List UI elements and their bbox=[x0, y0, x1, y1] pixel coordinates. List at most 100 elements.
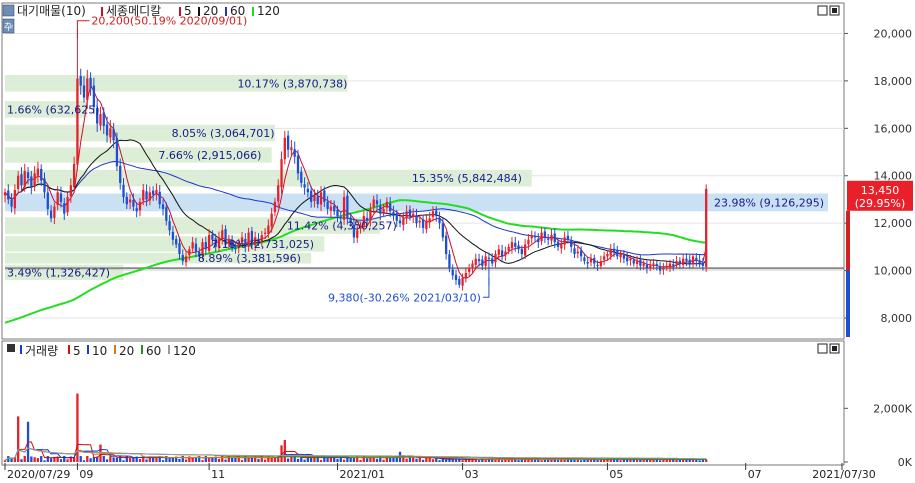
price-axis-label: 20,000 bbox=[874, 27, 913, 40]
candle-body bbox=[497, 249, 500, 255]
volume-bar bbox=[619, 460, 622, 462]
candle-body bbox=[333, 205, 336, 212]
volume-bar bbox=[319, 459, 323, 462]
volume-bar bbox=[89, 458, 92, 462]
candle-body bbox=[619, 254, 622, 258]
candle-body bbox=[691, 256, 695, 264]
legend-overlay-name: 대기매물(10) bbox=[17, 4, 86, 18]
date-axis-label: 2021/01 bbox=[339, 468, 385, 481]
volume-bar bbox=[257, 458, 260, 462]
candle-body bbox=[20, 174, 23, 186]
candle-body bbox=[435, 210, 438, 217]
resistance-band-label: 11.42% (4,350,257) bbox=[287, 220, 397, 233]
volume-bar bbox=[168, 458, 171, 462]
price-axis: 8,00010,00012,00014,00016,00018,00020,00… bbox=[844, 27, 913, 469]
volume-bar bbox=[349, 457, 352, 462]
candle-body bbox=[303, 184, 306, 188]
volume-bar bbox=[221, 455, 224, 462]
candle-body bbox=[66, 197, 69, 213]
volume-bar bbox=[303, 459, 306, 462]
volume-bar bbox=[293, 456, 296, 462]
candle-body bbox=[428, 218, 431, 222]
legend-stock-name: 세종메디칼 bbox=[106, 4, 161, 18]
volume-bar bbox=[642, 459, 645, 462]
candle-body bbox=[132, 200, 135, 207]
candle-body bbox=[500, 250, 504, 257]
volume-bars bbox=[3, 393, 708, 462]
candle-body bbox=[471, 263, 474, 268]
volume-bar bbox=[326, 458, 329, 462]
candle-body bbox=[122, 184, 125, 198]
volume-legend-ma-marker bbox=[114, 345, 116, 354]
candle-body bbox=[306, 188, 310, 193]
date-axis-label: 05 bbox=[609, 468, 623, 481]
candle-body bbox=[204, 242, 207, 250]
volume-bar bbox=[635, 460, 639, 462]
candle-body bbox=[655, 264, 658, 266]
indicator-config-glyph: 卆 bbox=[4, 22, 13, 33]
volume-bar bbox=[523, 459, 527, 462]
candle-body bbox=[389, 203, 392, 212]
candle-body bbox=[175, 239, 178, 245]
candle-body bbox=[86, 78, 89, 100]
volume-panel-minimize-button[interactable] bbox=[817, 343, 828, 354]
candle-body bbox=[504, 251, 507, 256]
candle-body bbox=[556, 241, 560, 247]
candle-body bbox=[142, 189, 145, 201]
candle-body bbox=[168, 221, 171, 231]
legend-ma-label: 60 bbox=[230, 4, 245, 18]
candle-body bbox=[698, 260, 701, 264]
candle-body bbox=[82, 85, 86, 98]
volume-bar bbox=[665, 459, 668, 462]
candle-body bbox=[135, 208, 138, 212]
candle-body bbox=[675, 261, 678, 265]
candle-body bbox=[296, 155, 300, 174]
candle-body bbox=[576, 251, 579, 254]
date-axis-label: 2020/07/29 bbox=[7, 468, 70, 481]
last-price-tag: 13,450 (29.95%) bbox=[847, 180, 913, 211]
candle-body bbox=[609, 249, 612, 256]
candle-body bbox=[7, 190, 10, 200]
volume-bar bbox=[296, 458, 300, 462]
volume-bar bbox=[313, 457, 316, 462]
volume-bar bbox=[102, 455, 105, 462]
candle-body bbox=[178, 243, 181, 254]
candle-body bbox=[375, 200, 379, 205]
volume-bar bbox=[217, 458, 221, 462]
candle-body bbox=[642, 263, 645, 266]
candle-body bbox=[602, 256, 606, 260]
candle-body bbox=[300, 171, 303, 183]
price-panel-minimize-button[interactable] bbox=[817, 5, 828, 16]
volume-legend-ma-marker bbox=[68, 345, 70, 354]
volume-bar bbox=[454, 459, 458, 462]
candle-body bbox=[171, 231, 175, 240]
resistance-band bbox=[5, 193, 828, 212]
candle-body bbox=[151, 190, 155, 195]
volume-bar bbox=[207, 458, 211, 462]
candle-body bbox=[441, 223, 444, 238]
candle-body bbox=[593, 258, 596, 264]
candle-body bbox=[468, 268, 471, 272]
candle-body bbox=[563, 237, 566, 245]
chart-menu-icon[interactable] bbox=[2, 4, 15, 17]
candle-body bbox=[336, 209, 339, 217]
volume-bar bbox=[40, 456, 43, 462]
volume-menu-icon[interactable] bbox=[7, 344, 15, 352]
volume-bar bbox=[66, 459, 69, 462]
volume-bar bbox=[178, 458, 181, 462]
volume-legend-ma-marker bbox=[168, 345, 170, 354]
candle-body bbox=[3, 192, 7, 196]
candle-body bbox=[161, 204, 165, 209]
candle-body bbox=[560, 244, 563, 249]
volume-legend-ma-items: 5 10 20 60 120 bbox=[68, 344, 196, 358]
candle-body bbox=[339, 217, 342, 219]
volume-bar bbox=[290, 456, 293, 462]
candle-body bbox=[405, 211, 408, 219]
volume-legend-ma-label: 120 bbox=[173, 344, 196, 358]
candle-body bbox=[155, 189, 158, 195]
volume-bar bbox=[389, 457, 392, 462]
volume-bar bbox=[698, 460, 701, 462]
candle-body bbox=[491, 258, 494, 264]
candle-body bbox=[550, 235, 553, 241]
volume-bar bbox=[310, 457, 313, 462]
